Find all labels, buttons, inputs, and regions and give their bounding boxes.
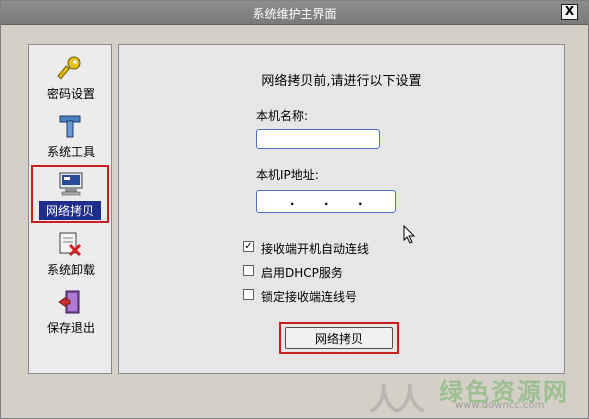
watermark-logo: 人人 <box>369 383 425 418</box>
ip-address-input[interactable]: . . . <box>256 190 396 213</box>
watermark-url: www.downcc.com <box>455 400 545 411</box>
sidebar-item-password[interactable]: 密码设置 <box>29 51 113 109</box>
network-copy-icon <box>59 172 83 196</box>
sidebar-item-label: 系统工具 <box>46 145 95 159</box>
watermark: 人人 绿色资源网 www.downcc.com <box>369 367 589 418</box>
sidebar-item-save-exit[interactable]: 保存退出 <box>29 285 113 343</box>
sidebar-item-label: 保存退出 <box>46 321 95 335</box>
window-title: 系统维护主界面 <box>252 7 337 21</box>
main-window: 系统维护主界面 X 密码设置 系统工具 网络拷贝 系统卸载 保存退出 网络拷贝前… <box>0 0 589 419</box>
mouse-cursor-icon <box>403 225 416 244</box>
uninstall-icon <box>59 232 82 257</box>
sidebar-item-label: 密码设置 <box>46 87 95 101</box>
exit-door-icon <box>58 290 80 314</box>
ip-separator: . <box>290 194 295 208</box>
option-label: 启用DHCP服务 <box>261 266 343 280</box>
sidebar-item-system-tools[interactable]: 系统工具 <box>29 109 113 167</box>
ip-label: 本机IP地址: <box>256 168 319 182</box>
lock-connection-checkbox[interactable] <box>243 289 254 300</box>
ip-separator: . <box>358 194 363 208</box>
title-bar[interactable]: 系统维护主界面 X <box>1 1 588 25</box>
ip-separator: . <box>324 194 329 208</box>
tool-icon <box>59 115 81 138</box>
settings-panel: 网络拷贝前,请进行以下设置 本机名称: 本机IP地址: . . . ✓ 接收端开… <box>118 44 565 374</box>
sidebar: 密码设置 系统工具 网络拷贝 系统卸载 保存退出 <box>28 44 112 374</box>
sidebar-item-network-copy[interactable]: 网络拷贝 <box>31 165 109 223</box>
sidebar-item-label: 系统卸载 <box>46 263 95 277</box>
option-label: 锁定接收端连线号 <box>261 290 358 304</box>
close-button[interactable]: X <box>561 4 578 20</box>
sidebar-item-uninstall[interactable]: 系统卸载 <box>29 227 113 285</box>
network-copy-highlight: 网络拷贝 <box>279 322 399 354</box>
network-copy-button[interactable]: 网络拷贝 <box>285 327 393 349</box>
hostname-input[interactable] <box>256 129 380 149</box>
hostname-label: 本机名称: <box>256 109 309 123</box>
key-icon <box>57 56 81 80</box>
dhcp-checkbox[interactable] <box>243 265 254 276</box>
option-label: 接收端开机自动连线 <box>261 242 370 256</box>
sidebar-item-label: 网络拷贝 <box>39 201 101 220</box>
settings-heading: 网络拷贝前,请进行以下设置 <box>261 74 422 89</box>
auto-connect-checkbox[interactable]: ✓ <box>243 241 254 252</box>
